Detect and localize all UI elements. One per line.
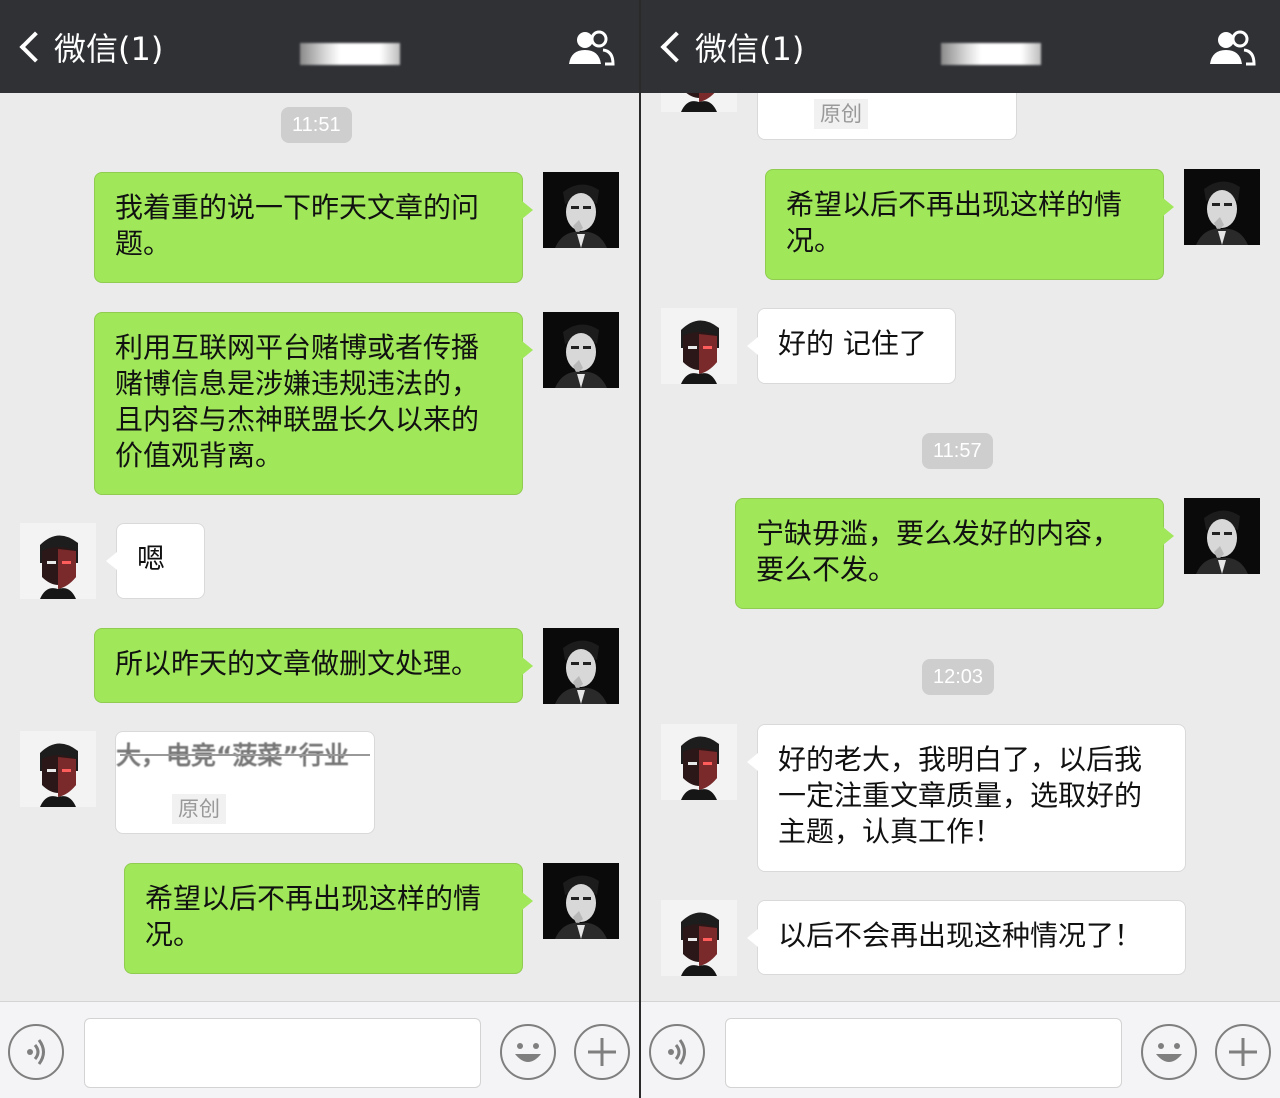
- nav-bar: 微信(1): [0, 0, 639, 93]
- chat-panel-right: 原创 微信(1) 希望以后不再出现这样的情况。 好的 记住了 11:57 宁缺毋…: [641, 0, 1280, 1098]
- timestamp: 11:51: [281, 107, 352, 143]
- original-tag: 原创: [814, 99, 868, 129]
- chevron-left-icon: [660, 31, 692, 63]
- chat-title-redacted: [300, 43, 400, 65]
- people-icon[interactable]: [1208, 30, 1256, 66]
- back-button[interactable]: 微信(1): [18, 24, 163, 70]
- voice-button[interactable]: [8, 1024, 64, 1080]
- avatar-friend[interactable]: [661, 724, 737, 800]
- back-label: 微信(1): [54, 30, 164, 68]
- timestamp: 12:03: [922, 659, 995, 695]
- avatar-friend[interactable]: [20, 523, 96, 599]
- timestamp: 11:57: [922, 433, 993, 469]
- emoji-button[interactable]: [500, 1024, 556, 1080]
- avatar-friend[interactable]: [20, 731, 96, 807]
- avatar-me[interactable]: [1184, 169, 1260, 245]
- avatar-friend[interactable]: [661, 308, 737, 384]
- emoji-button[interactable]: [1141, 1024, 1197, 1080]
- back-label: 微信(1): [695, 30, 805, 68]
- message-bubble-received[interactable]: 以后不会再出现这种情况了！: [747, 900, 1186, 975]
- message-bubble-sent[interactable]: 利用互联网平台赌博或者传播赌博信息是涉嫌违规违法的，且内容与杰神联盟长久以来的价…: [94, 312, 533, 495]
- message-bubble-received[interactable]: 嗯: [106, 523, 205, 599]
- chevron-left-icon: [19, 31, 51, 63]
- message-bubble-sent[interactable]: 希望以后不再出现这样的情况。: [124, 863, 533, 974]
- avatar-me[interactable]: [543, 628, 619, 704]
- message-input[interactable]: [84, 1018, 481, 1088]
- avatar-me[interactable]: [1184, 498, 1260, 574]
- emoji-icon: [1156, 1043, 1182, 1062]
- more-button[interactable]: [1215, 1024, 1271, 1080]
- voice-icon: [27, 1039, 45, 1065]
- shared-article-card[interactable]: 大，电竞“菠菜”行业 原创: [115, 731, 375, 834]
- avatar-friend[interactable]: [661, 900, 737, 976]
- message-bubble-sent[interactable]: 我着重的说一下昨天文章的问题。: [94, 172, 533, 283]
- message-bubble-sent[interactable]: 希望以后不再出现这样的情况。: [765, 169, 1174, 280]
- voice-button[interactable]: [649, 1024, 705, 1080]
- message-bubble-sent[interactable]: 宁缺毋滥，要么发好的内容，要么不发。: [735, 498, 1174, 609]
- original-tag: 原创: [172, 794, 226, 824]
- avatar-me[interactable]: [543, 172, 619, 248]
- chat-title-redacted: [941, 43, 1041, 65]
- message-input[interactable]: [725, 1018, 1122, 1088]
- input-toolbar: [641, 1001, 1280, 1098]
- avatar-me[interactable]: [543, 863, 619, 939]
- message-bubble-received[interactable]: 好的老大，我明白了，以后我一定注重文章质量，选取好的主题，认真工作！: [747, 724, 1186, 872]
- strikethrough-line: [120, 754, 370, 756]
- avatar-me[interactable]: [543, 312, 619, 388]
- voice-icon: [668, 1039, 686, 1065]
- emoji-icon: [515, 1043, 541, 1062]
- chat-panel-left: 微信(1) 11:51 我着重的说一下昨天文章的问题。 利用互联网平台赌博或者传…: [0, 0, 639, 1098]
- input-toolbar: [0, 1001, 639, 1098]
- people-icon[interactable]: [567, 30, 615, 66]
- message-bubble-received[interactable]: 好的 记住了: [747, 308, 956, 384]
- more-button[interactable]: [574, 1024, 630, 1080]
- message-bubble-sent[interactable]: 所以昨天的文章做删文处理。: [94, 628, 533, 703]
- plus-icon: [1229, 1038, 1257, 1066]
- back-button[interactable]: 微信(1): [659, 24, 804, 70]
- nav-bar: 微信(1): [641, 0, 1280, 93]
- plus-icon: [588, 1038, 616, 1066]
